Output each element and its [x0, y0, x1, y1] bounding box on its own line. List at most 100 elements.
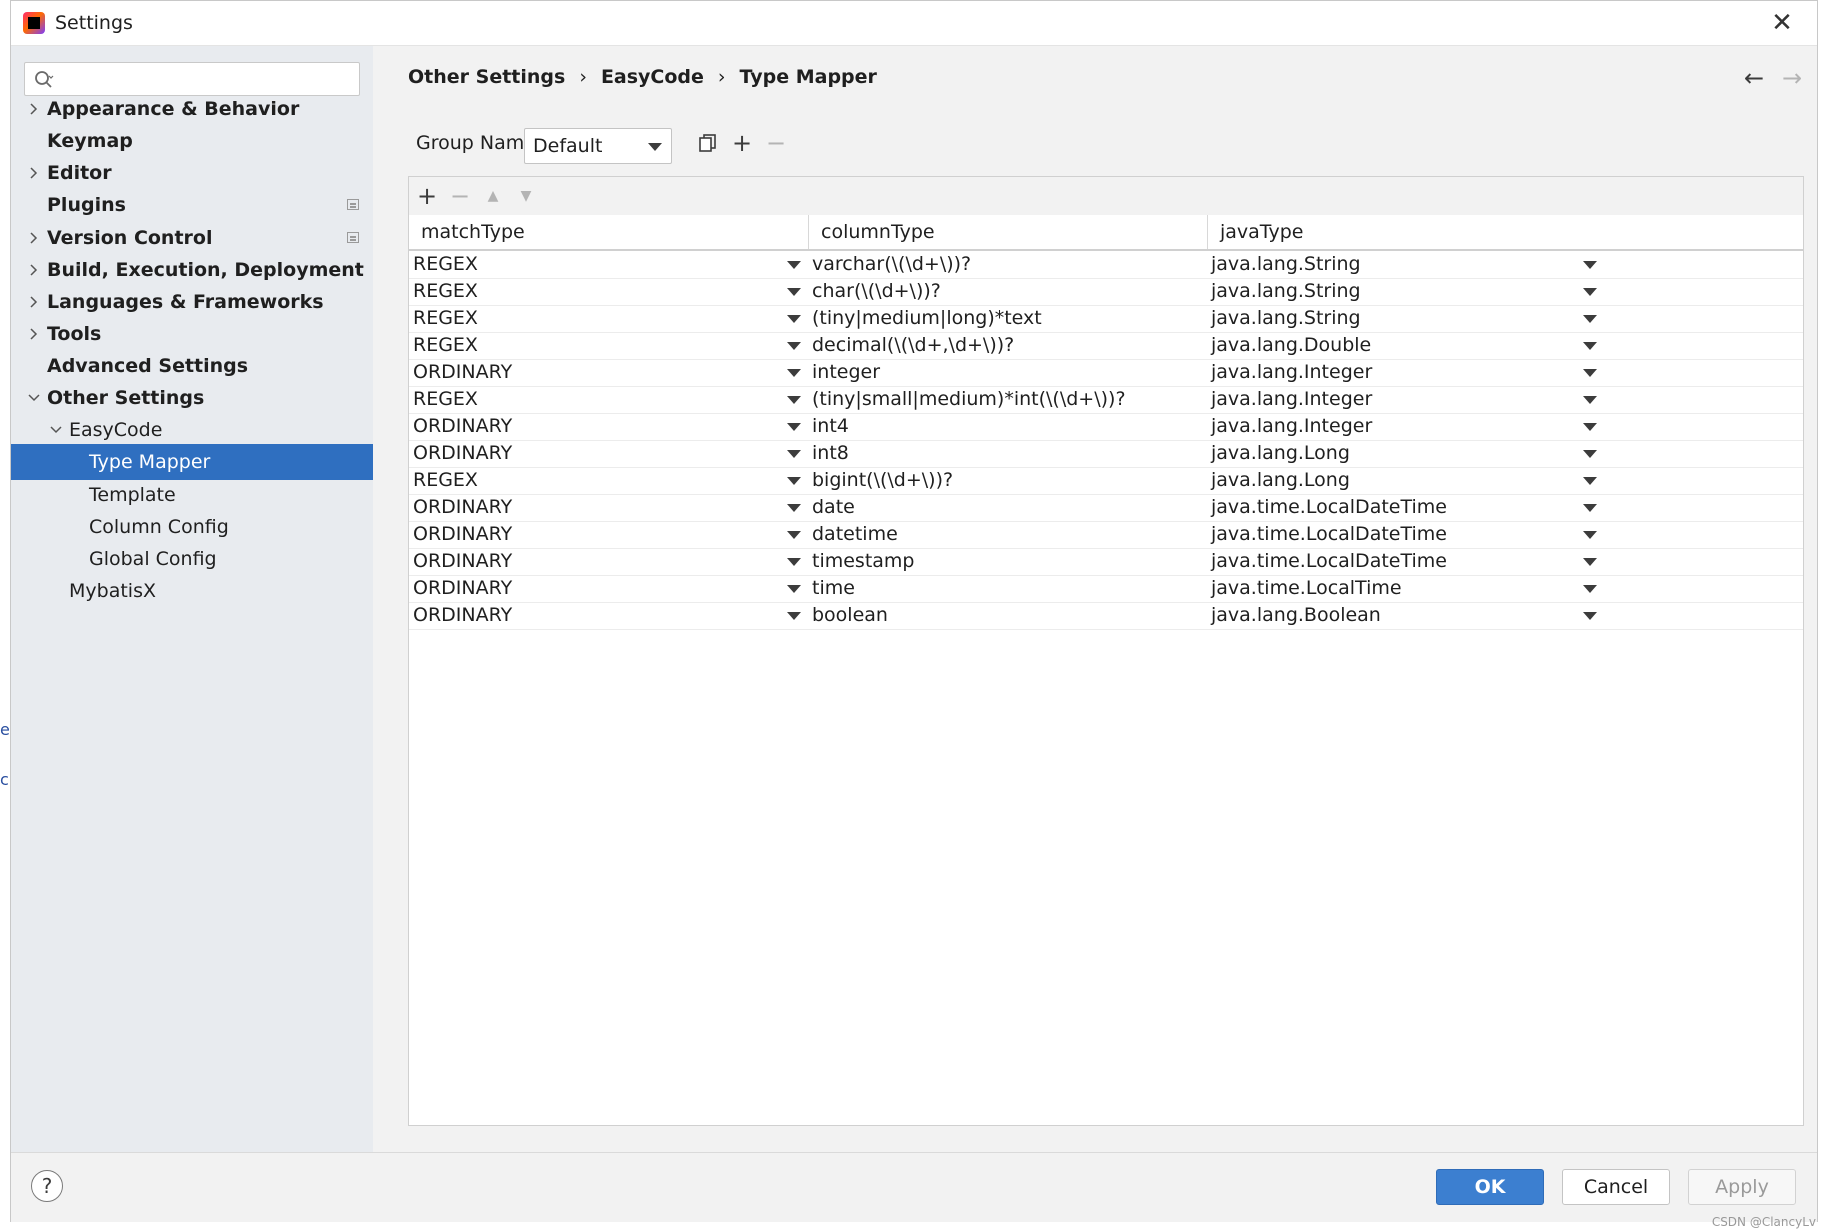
table-row[interactable]: REGEX varchar(\(\d+\))? java.lang.String — [409, 251, 1803, 279]
cell-javatype[interactable]: java.lang.Integer — [1211, 359, 1372, 386]
dropdown-arrow-icon[interactable] — [787, 558, 801, 566]
add-group-icon[interactable]: + — [728, 129, 756, 157]
sidebar-item-editor[interactable]: Editor — [11, 155, 373, 191]
move-up-icon[interactable]: ▲ — [479, 182, 507, 210]
breadcrumb-item[interactable]: EasyCode — [601, 66, 704, 88]
dropdown-arrow-icon[interactable] — [787, 423, 801, 431]
cancel-button[interactable]: Cancel — [1562, 1169, 1670, 1205]
cell-columntype[interactable]: timestamp — [812, 548, 915, 575]
dropdown-arrow-icon[interactable] — [787, 531, 801, 539]
cell-matchtype[interactable]: REGEX — [413, 467, 478, 494]
back-arrow-icon[interactable]: ← — [1740, 64, 1768, 92]
dropdown-arrow-icon[interactable] — [1583, 423, 1597, 431]
dropdown-arrow-icon[interactable] — [787, 288, 801, 296]
cell-matchtype[interactable]: ORDINARY — [413, 440, 512, 467]
move-down-icon[interactable]: ▼ — [512, 182, 540, 210]
copy-group-icon[interactable] — [694, 129, 722, 157]
cell-columntype[interactable]: char(\(\d+\))? — [812, 278, 941, 305]
dropdown-arrow-icon[interactable] — [1583, 369, 1597, 377]
table-row[interactable]: ORDINARY time java.time.LocalTime — [409, 575, 1803, 603]
table-row[interactable]: REGEX (tiny|small|medium)*int(\(\d+\))? ja… — [409, 386, 1803, 414]
chevron-right-icon[interactable] — [27, 263, 41, 277]
table-row[interactable]: REGEX bigint(\(\d+\))? java.lang.Long — [409, 467, 1803, 495]
chevron-down-icon[interactable] — [27, 391, 41, 405]
sidebar-item-keymap[interactable]: Keymap — [11, 123, 373, 159]
cell-columntype[interactable]: (tiny|small|medium)*int(\(\d+\))? — [812, 386, 1126, 413]
cell-matchtype[interactable]: ORDINARY — [413, 413, 512, 440]
dropdown-arrow-icon[interactable] — [1583, 342, 1597, 350]
cell-matchtype[interactable]: ORDINARY — [413, 575, 512, 602]
dropdown-arrow-icon[interactable] — [787, 612, 801, 620]
chevron-right-icon[interactable] — [27, 327, 41, 341]
sidebar-item-version-control[interactable]: Version Control — [11, 220, 373, 256]
dropdown-arrow-icon[interactable] — [1583, 396, 1597, 404]
cell-matchtype[interactable]: ORDINARY — [413, 359, 512, 386]
ok-button[interactable]: OK — [1436, 1169, 1544, 1205]
cell-matchtype[interactable]: REGEX — [413, 305, 478, 332]
sidebar-item-type-mapper[interactable]: Type Mapper — [11, 444, 373, 480]
cell-javatype[interactable]: java.lang.Long — [1211, 440, 1350, 467]
cell-matchtype[interactable]: ORDINARY — [413, 521, 512, 548]
sidebar-item-advanced-settings[interactable]: Advanced Settings — [11, 348, 373, 384]
table-row[interactable]: ORDINARY int4 java.lang.Integer — [409, 413, 1803, 441]
cell-columntype[interactable]: bigint(\(\d+\))? — [812, 467, 953, 494]
dropdown-arrow-icon[interactable] — [787, 504, 801, 512]
column-header-javatype[interactable]: javaType — [1208, 215, 1803, 249]
chevron-right-icon[interactable] — [27, 102, 41, 116]
cell-columntype[interactable]: decimal(\(\d+,\d+\))? — [812, 332, 1014, 359]
cell-matchtype[interactable]: REGEX — [413, 278, 478, 305]
dropdown-arrow-icon[interactable] — [787, 369, 801, 377]
cell-columntype[interactable]: datetime — [812, 521, 898, 548]
cell-javatype[interactable]: java.lang.Long — [1211, 467, 1350, 494]
table-row[interactable]: ORDINARY boolean java.lang.Boolean — [409, 602, 1803, 630]
cell-matchtype[interactable]: ORDINARY — [413, 548, 512, 575]
dropdown-arrow-icon[interactable] — [1583, 585, 1597, 593]
cell-javatype[interactable]: java.lang.Double — [1211, 332, 1371, 359]
sidebar-item-template[interactable]: Template — [11, 477, 373, 513]
dropdown-arrow-icon[interactable] — [787, 450, 801, 458]
cell-matchtype[interactable]: REGEX — [413, 251, 478, 278]
sidebar-item-mybatisx[interactable]: MybatisX — [11, 573, 373, 609]
table-row[interactable]: ORDINARY integer java.lang.Integer — [409, 359, 1803, 387]
dropdown-arrow-icon[interactable] — [787, 315, 801, 323]
sidebar-item-column-config[interactable]: Column Config — [11, 509, 373, 545]
dropdown-arrow-icon[interactable] — [1583, 504, 1597, 512]
cell-columntype[interactable]: (tiny|medium|long)*text — [812, 305, 1042, 332]
dropdown-arrow-icon[interactable] — [1583, 558, 1597, 566]
forward-arrow-icon[interactable]: → — [1778, 64, 1806, 92]
dropdown-arrow-icon[interactable] — [1583, 288, 1597, 296]
cell-columntype[interactable]: int4 — [812, 413, 849, 440]
table-row[interactable]: REGEX char(\(\d+\))? java.lang.String — [409, 278, 1803, 306]
cell-columntype[interactable]: varchar(\(\d+\))? — [812, 251, 971, 278]
dropdown-arrow-icon[interactable] — [1583, 477, 1597, 485]
apply-button[interactable]: Apply — [1688, 1169, 1796, 1205]
add-row-icon[interactable]: + — [413, 182, 441, 210]
chevron-right-icon[interactable] — [27, 295, 41, 309]
group-name-select[interactable]: Default — [524, 128, 672, 164]
sidebar-item-other-settings[interactable]: Other Settings — [11, 380, 373, 416]
dropdown-arrow-icon[interactable] — [787, 342, 801, 350]
cell-matchtype[interactable]: ORDINARY — [413, 494, 512, 521]
table-row[interactable]: ORDINARY datetime java.time.LocalDateTime — [409, 521, 1803, 549]
dropdown-arrow-icon[interactable] — [1583, 531, 1597, 539]
cell-javatype[interactable]: java.lang.String — [1211, 305, 1361, 332]
remove-row-icon[interactable]: − — [446, 182, 474, 210]
chevron-right-icon[interactable] — [27, 166, 41, 180]
cell-columntype[interactable]: boolean — [812, 602, 888, 629]
cell-columntype[interactable]: int8 — [812, 440, 849, 467]
dropdown-arrow-icon[interactable] — [1583, 612, 1597, 620]
table-row[interactable]: ORDINARY int8 java.lang.Long — [409, 440, 1803, 468]
cell-javatype[interactable]: java.time.LocalDateTime — [1211, 521, 1447, 548]
close-button[interactable]: ✕ — [1765, 7, 1799, 39]
cell-matchtype[interactable]: REGEX — [413, 332, 478, 359]
sidebar-item-plugins[interactable]: Plugins — [11, 187, 373, 223]
sidebar-item-global-config[interactable]: Global Config — [11, 541, 373, 577]
dropdown-arrow-icon[interactable] — [1583, 315, 1597, 323]
cell-columntype[interactable]: date — [812, 494, 855, 521]
column-header-matchtype[interactable]: matchType — [409, 215, 809, 249]
dropdown-arrow-icon[interactable] — [787, 396, 801, 404]
cell-javatype[interactable]: java.lang.Integer — [1211, 386, 1372, 413]
dropdown-arrow-icon[interactable] — [1583, 261, 1597, 269]
cell-matchtype[interactable]: ORDINARY — [413, 602, 512, 629]
cell-javatype[interactable]: java.lang.Boolean — [1211, 602, 1381, 629]
